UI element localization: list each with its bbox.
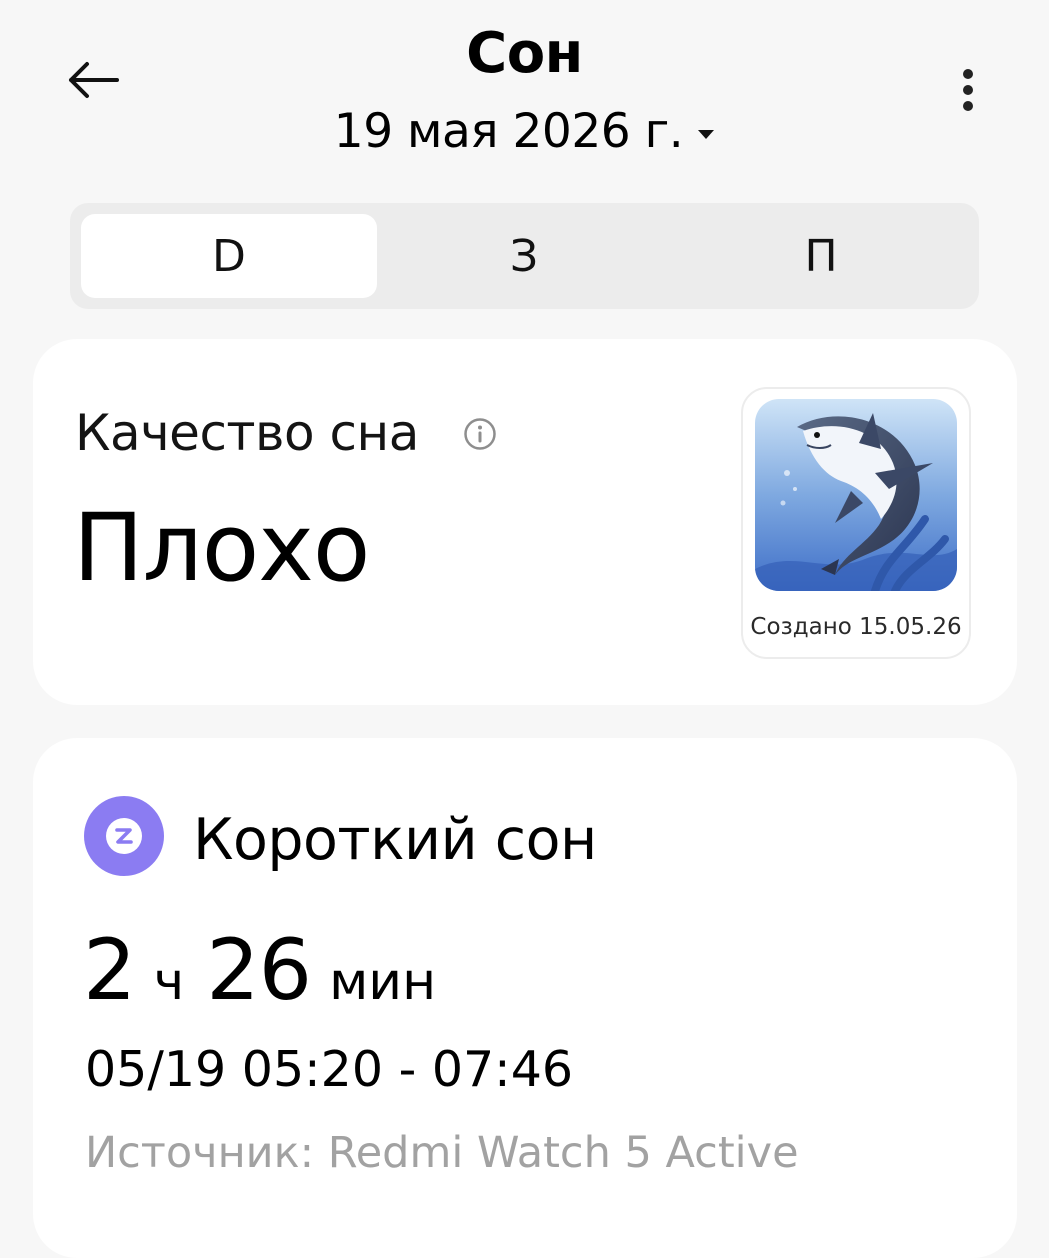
duration-hours: 2 [83,921,136,1019]
duration-minutes: 26 [206,921,312,1019]
page-title: Сон [466,21,583,86]
more-options-button[interactable] [948,62,988,118]
date-selector[interactable]: 19 мая 2026 г. [0,100,1049,164]
sleep-z-icon [84,796,164,876]
badge-created-date: Создано 15.05.26 [750,614,962,640]
nap-time-range: 05/19 05:20 - 07:46 [85,1041,574,1098]
shark-illustration [755,399,957,591]
data-source: Источник: Redmi Watch 5 Active [85,1128,799,1178]
dot-icon [963,69,973,79]
sleep-quality-value: Плохо [73,494,370,603]
sleep-quality-card[interactable]: Качество сна Плохо Создано 15.05.26 [33,339,1017,705]
dot-icon [963,101,973,111]
duration-minutes-unit: мин [329,952,437,1012]
period-segmented-control: D З П [70,203,979,309]
info-icon[interactable] [463,417,497,451]
top-bar: Сон 19 мая 2026 г. [0,0,1049,190]
tab-month[interactable]: П [673,214,969,298]
sleep-quality-label: Качество сна [75,404,419,462]
tab-day[interactable]: D [81,214,377,298]
sleep-animal-badge[interactable]: Создано 15.05.26 [741,387,971,659]
nap-duration: 2 ч 26 мин [83,918,436,1034]
tab-week[interactable]: З [376,214,672,298]
nap-title: Короткий сон [193,807,597,873]
dot-icon [963,85,973,95]
duration-hours-unit: ч [153,952,185,1012]
nap-card[interactable]: Короткий сон 2 ч 26 мин 05/19 05:20 - 07… [33,738,1017,1258]
date-label: 19 мая 2026 г. [333,104,684,159]
caret-down-icon [698,130,715,139]
